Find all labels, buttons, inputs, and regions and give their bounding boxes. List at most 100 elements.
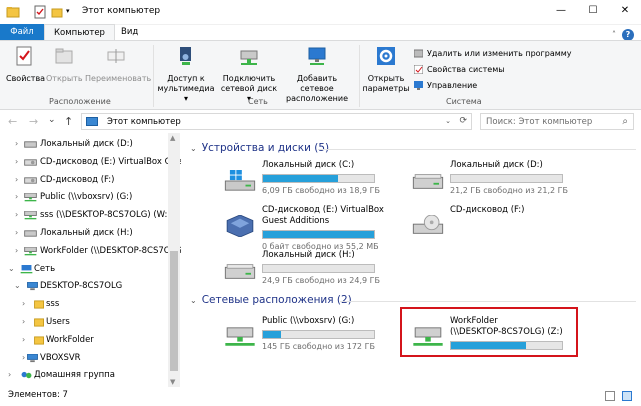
drive-item[interactable]: Локальный диск (D:) 21,2 ГБ свободно из 2… xyxy=(408,160,588,200)
sidebar-item-label: VBOXSVR xyxy=(40,352,81,363)
address-bar[interactable]: Этот компьютер ⌄ ⟳ xyxy=(81,113,472,130)
properties-button[interactable]: Свойства xyxy=(6,45,45,84)
properties-check-icon xyxy=(16,46,32,66)
open-settings-label-1: Открыть xyxy=(367,74,405,83)
chevron-right-icon[interactable]: › xyxy=(15,154,18,170)
tab-computer[interactable]: Компьютер xyxy=(44,24,115,40)
sidebar-item[interactable]: › sss (\\DESKTOP-8CS7OLG) (W:) xyxy=(0,207,181,223)
chevron-down-icon[interactable]: ⌄ xyxy=(8,261,15,277)
drive-name-line-1: CD-дисковод (F:) xyxy=(450,205,525,215)
sidebar-item-label: Домашняя группа xyxy=(34,370,115,381)
sidebar-item[interactable]: › Users xyxy=(0,314,181,330)
uninstall-icon xyxy=(414,49,423,58)
back-button[interactable]: ← xyxy=(8,115,17,128)
open-settings-button[interactable]: Открыть параметры xyxy=(362,45,410,94)
hdd-icon xyxy=(24,141,37,148)
computer-icon xyxy=(27,282,38,291)
up-button[interactable]: ↑ xyxy=(64,115,73,128)
sidebar-item-label: sss xyxy=(46,299,60,310)
drive-item[interactable]: CD-дисковод (E:) VirtualBox Guest Additio… xyxy=(220,205,400,251)
network-drive-icon xyxy=(24,193,37,202)
recent-locations-icon[interactable]: ⌄ xyxy=(48,115,56,125)
drive-usage-bar xyxy=(262,230,375,239)
minimize-button[interactable]: — xyxy=(545,0,577,22)
tiles-view-icon[interactable] xyxy=(622,391,632,401)
search-input[interactable]: Поиск: Этот компьютер ⌕ xyxy=(480,113,634,130)
chevron-right-icon[interactable]: › xyxy=(15,225,18,241)
details-view-icon[interactable] xyxy=(605,391,615,401)
chevron-right-icon[interactable]: › xyxy=(15,172,18,188)
ribbon-separator xyxy=(153,45,154,107)
address-dropdown-icon[interactable]: ⌄ xyxy=(445,117,451,125)
sidebar-item-label: WorkFolder xyxy=(46,334,94,345)
sidebar-item[interactable]: ⌄ Сеть xyxy=(0,261,181,277)
tab-file[interactable]: Файл xyxy=(0,24,44,40)
devices-group-header[interactable]: ⌄ Устройства и диски (5) xyxy=(190,142,329,154)
drive-item[interactable]: Public (\\vboxsrv) (G:) 145 ГБ свободно и… xyxy=(220,316,400,356)
tab-view[interactable]: Вид xyxy=(112,24,147,40)
quick-access-dropdown-icon[interactable]: ▾ xyxy=(66,7,70,21)
open-settings-label-2: параметры xyxy=(362,84,410,93)
sidebar-item[interactable]: › Домашняя группа xyxy=(0,367,181,383)
new-folder-icon[interactable] xyxy=(51,5,63,19)
rename-button[interactable]: Переименовать xyxy=(85,45,151,84)
system-properties-button[interactable]: Свойства системы xyxy=(414,65,505,74)
map-network-drive-button[interactable]: Подключить сетевой диск ▾ xyxy=(219,45,279,104)
drive-item[interactable]: CD-дисковод (F:) xyxy=(408,205,588,245)
drive-item[interactable]: Локальный диск (H:) 24,9 ГБ свободно из 2… xyxy=(220,250,400,290)
scroll-up-icon[interactable]: ▲ xyxy=(170,134,175,142)
add-network-location-button[interactable]: Добавить сетевое расположение xyxy=(280,45,354,104)
chevron-right-icon[interactable]: › xyxy=(22,296,25,312)
network-group-header[interactable]: ⌄ Сетевые расположения (2) xyxy=(190,294,352,306)
properties-icon[interactable] xyxy=(34,5,46,19)
sidebar-item[interactable]: › Локальный диск (D:) xyxy=(0,136,181,152)
sidebar-item-label: Public (\\vboxsrv) (G:) xyxy=(40,192,133,203)
sidebar-item[interactable]: › CD-дисковод (F:) xyxy=(0,172,181,188)
media-access-label-1: Доступ к xyxy=(167,74,205,83)
sidebar-item-label: WorkFolder (\\DESKTOP-8CS7OLG xyxy=(40,245,181,256)
sidebar-item[interactable]: › WorkFolder xyxy=(0,332,181,348)
manage-button[interactable]: Управление xyxy=(414,81,477,90)
drive-free-space: 6,09 ГБ свободно из 18,9 ГБ xyxy=(262,186,381,195)
open-button[interactable]: Открыть xyxy=(46,45,83,84)
chevron-down-icon[interactable]: ⌄ xyxy=(14,278,21,294)
network-icon xyxy=(20,264,33,273)
chevron-right-icon[interactable]: › xyxy=(22,350,25,366)
chevron-right-icon[interactable]: › xyxy=(15,136,18,152)
media-icon xyxy=(180,47,191,65)
navigation-scrollbar[interactable]: ▲ ▼ xyxy=(168,133,180,387)
chevron-right-icon[interactable]: › xyxy=(15,207,18,223)
chevron-right-icon[interactable]: › xyxy=(22,314,25,330)
chevron-right-icon[interactable]: › xyxy=(15,189,18,205)
sidebar-item[interactable]: › VBOXSVR xyxy=(0,350,181,366)
sidebar-item[interactable]: › Public (\\vboxsrv) (G:) xyxy=(0,189,181,205)
refresh-icon[interactable]: ⟳ xyxy=(459,116,467,126)
drive-free-space: 21,2 ГБ свободно из 21,2 ГБ xyxy=(450,186,569,195)
uninstall-program-button[interactable]: Удалить или изменить программу xyxy=(414,49,572,58)
drive-item[interactable]: Локальный диск (C:) 6,09 ГБ свободно из 1… xyxy=(220,160,400,200)
computer-icon xyxy=(27,353,38,362)
chevron-down-icon: ⌄ xyxy=(190,296,197,305)
sidebar-item[interactable]: › Локальный диск (H:) xyxy=(0,225,181,241)
sidebar-item[interactable]: ⌄ DESKTOP-8CS7OLG xyxy=(0,278,181,294)
collapse-ribbon-icon[interactable]: ˄ xyxy=(612,30,616,39)
scroll-thumb[interactable] xyxy=(170,251,178,371)
network-group-label: Сеть xyxy=(248,97,268,106)
scroll-down-icon[interactable]: ▼ xyxy=(170,378,175,386)
drive-name-line-1: Public (\\vboxsrv) (G:) xyxy=(262,316,355,326)
maximize-button[interactable]: ☐ xyxy=(577,0,609,22)
drive-usage-bar xyxy=(450,174,563,183)
chevron-right-icon[interactable]: › xyxy=(8,367,11,383)
forward-button[interactable]: → xyxy=(29,115,38,128)
drive-name: Локальный диск (H:) xyxy=(262,250,355,261)
sidebar-item[interactable]: › CD-дисковод (E:) VirtualBox Gue xyxy=(0,154,181,170)
folder-icon xyxy=(34,336,44,345)
close-button[interactable]: ✕ xyxy=(609,0,641,22)
media-access-button[interactable]: Доступ к мультимедиа ▾ xyxy=(156,45,216,104)
sidebar-item[interactable]: › WorkFolder (\\DESKTOP-8CS7OLG xyxy=(0,243,181,259)
sidebar-item[interactable]: › sss xyxy=(0,296,181,312)
virtualbox-cd-icon xyxy=(226,215,254,237)
chevron-right-icon[interactable]: › xyxy=(22,332,25,348)
open-label: Открыть xyxy=(46,74,83,83)
chevron-right-icon[interactable]: › xyxy=(15,243,18,259)
